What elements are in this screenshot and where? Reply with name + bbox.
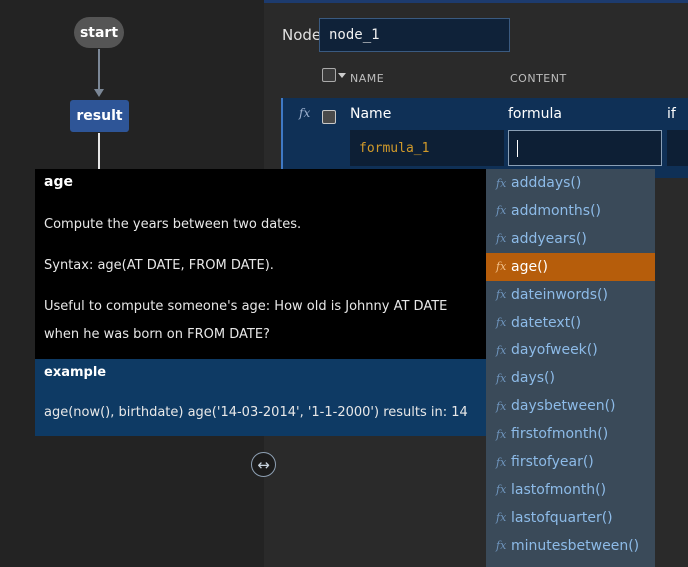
fx-icon: fx [299, 106, 311, 120]
arrow-head-icon [94, 89, 104, 97]
fx-icon: fx [496, 176, 507, 190]
row-formula-label: formula [508, 106, 562, 122]
autocomplete-item[interactable]: fx days() [486, 364, 655, 392]
fx-icon: fx [496, 539, 507, 553]
autocomplete-item[interactable]: fx dayofweek() [486, 336, 655, 364]
formula-input[interactable] [508, 130, 662, 166]
fx-icon: fx [496, 343, 507, 357]
chevron-down-icon[interactable] [338, 73, 346, 78]
column-header-name: NAME [350, 72, 385, 85]
autocomplete-item-label: dateinwords() [511, 286, 608, 303]
node-label: Node [282, 26, 322, 44]
flow-edge-outgoing [98, 133, 100, 173]
autocomplete-item[interactable]: fx lastofquarter() [486, 504, 655, 532]
flow-edge [98, 49, 100, 89]
autocomplete-item-label: addmonths() [511, 202, 602, 219]
autocomplete-item-label: lastofquarter() [511, 509, 613, 526]
fx-icon: fx [496, 260, 507, 274]
panel-top-accent [264, 0, 688, 3]
tooltip-syntax: Syntax: age(AT DATE, FROM DATE). [44, 258, 274, 273]
autocomplete-item-label: datetext() [511, 314, 582, 331]
autocomplete-item[interactable]: fx firstofyear() [486, 448, 655, 476]
node-name-input[interactable]: node_1 [319, 18, 510, 52]
example-text: age(now(), birthdate) age('14-03-2014', … [44, 405, 468, 420]
fx-icon: fx [496, 511, 507, 525]
autocomplete-item-label: addyears() [511, 230, 587, 247]
autocomplete-item-label: firstofmonth() [511, 426, 609, 443]
fx-icon: fx [496, 371, 507, 385]
fx-icon: fx [496, 316, 507, 329]
autocomplete-item-label: age() [511, 258, 549, 275]
autocomplete-item-label: days() [511, 370, 555, 387]
autocomplete-dropdown: fx adddays() fx addmonths() fx addyears() fx ag… [486, 169, 655, 567]
flow-node-start[interactable]: start [74, 17, 124, 48]
autocomplete-item[interactable]: fx addmonths() [486, 197, 655, 225]
autocomplete-item[interactable]: fx dateinwords() [486, 281, 655, 309]
formula-name-input[interactable]: formula_1 [350, 130, 504, 166]
fx-icon: fx [496, 288, 507, 302]
autocomplete-item-label: adddays() [511, 175, 582, 191]
row-checkbox[interactable] [322, 110, 336, 124]
fx-icon: fx [496, 427, 507, 441]
autocomplete-item-label: daysbetween() [511, 398, 616, 415]
resize-arrows-icon[interactable]: ↔ [251, 452, 276, 477]
fx-icon: fx [496, 232, 507, 246]
autocomplete-item-label: minutesbetween() [511, 537, 640, 554]
tooltip-example-section: example age(now(), birthdate) age('14-03… [35, 359, 486, 436]
autocomplete-item[interactable]: fx adddays() [486, 169, 655, 197]
fx-icon: fx [496, 204, 507, 218]
if-input[interactable] [667, 130, 688, 166]
autocomplete-item[interactable]: fx age() [486, 252, 655, 281]
row-name-label: Name [350, 106, 392, 122]
fx-icon: fx [496, 399, 507, 413]
fx-icon: fx [496, 483, 507, 497]
fx-icon: fx [496, 455, 507, 469]
autocomplete-item[interactable]: fx firstofmonth() [486, 420, 655, 448]
function-help-tooltip: age Compute the years between two dates.… [35, 169, 486, 436]
column-header-content: CONTENT [510, 72, 567, 85]
autocomplete-item[interactable]: fx datetext() [486, 309, 655, 337]
flow-node-result[interactable]: result [70, 100, 129, 132]
tooltip-usage: Useful to compute someone's age: How old… [44, 299, 448, 342]
autocomplete-item[interactable]: fx addyears() [486, 225, 655, 253]
row-if-label: if [667, 106, 676, 122]
tooltip-description: Compute the years between two dates. [44, 217, 302, 232]
example-title: example [44, 365, 107, 380]
autocomplete-item-label: firstofyear() [511, 454, 594, 470]
autocomplete-item-label: lastofmonth() [511, 481, 607, 498]
tooltip-title: age [44, 174, 73, 190]
text-cursor [517, 140, 518, 157]
select-all-checkbox[interactable] [322, 68, 336, 82]
autocomplete-item[interactable]: fx minutesbetween() [486, 532, 655, 560]
autocomplete-item-label: dayofweek() [511, 342, 598, 359]
autocomplete-item[interactable]: fx daysbetween() [486, 392, 655, 420]
autocomplete-item[interactable]: fx lastofmonth() [486, 476, 655, 504]
